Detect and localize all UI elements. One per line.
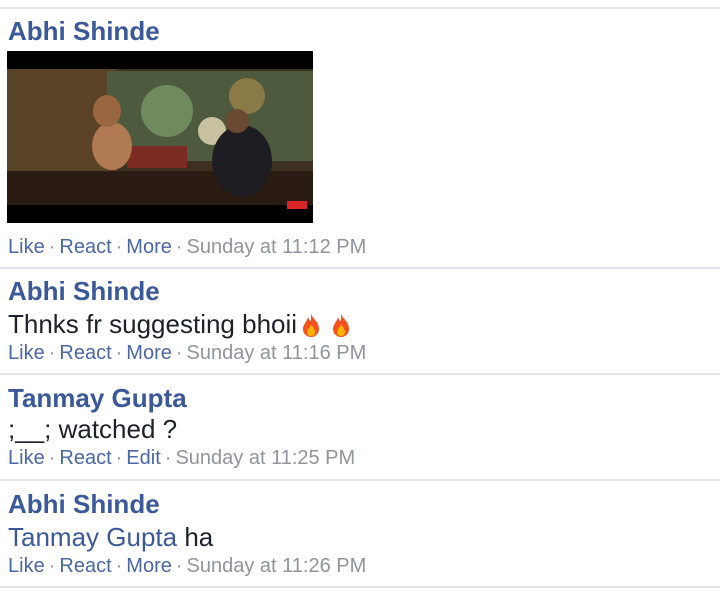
- fire-icon: [329, 312, 353, 338]
- separator-dot: ·: [115, 447, 123, 469]
- separator-dot: ·: [115, 342, 123, 364]
- comment-divider: [0, 586, 720, 588]
- comment-divider: [0, 373, 720, 375]
- more-link[interactable]: More: [126, 555, 172, 577]
- separator-dot: ·: [115, 236, 123, 258]
- comment-author[interactable]: Abhi Shinde: [8, 489, 712, 519]
- separator-dot: ·: [175, 236, 183, 258]
- comment-author[interactable]: Tanmay Gupta: [8, 383, 712, 413]
- comment-actions: Like · React · More · Sunday at 11:16 PM: [8, 341, 712, 365]
- like-link[interactable]: Like: [8, 555, 45, 577]
- separator-dot: ·: [115, 555, 123, 577]
- comment-text: Thnks fr suggesting bhoii: [8, 309, 298, 339]
- react-link[interactable]: React: [59, 236, 111, 258]
- top-divider: [0, 7, 720, 9]
- comment-actions: Like · React · More · Sunday at 11:12 PM: [8, 235, 712, 259]
- comment-actions: Like · React · Edit · Sunday at 11:25 PM: [8, 446, 712, 470]
- comment: Tanmay Gupta ;__; watched ? Like · React · E…: [8, 383, 712, 470]
- react-link[interactable]: React: [59, 555, 111, 577]
- video-thumbnail[interactable]: [7, 51, 313, 223]
- timestamp: Sunday at 11:16 PM: [186, 342, 367, 364]
- comment-divider: [0, 479, 720, 481]
- comment-actions: Like · React · More · Sunday at 11:26 PM: [8, 554, 712, 578]
- like-link[interactable]: Like: [8, 342, 45, 364]
- separator-dot: ·: [48, 236, 56, 258]
- separator-dot: ·: [175, 555, 183, 577]
- more-link[interactable]: More: [126, 236, 172, 258]
- comment-author[interactable]: Abhi Shinde: [8, 276, 712, 306]
- fire-icon: [299, 312, 323, 338]
- like-link[interactable]: Like: [8, 447, 45, 469]
- mention-link[interactable]: Tanmay Gupta: [8, 522, 177, 552]
- more-link[interactable]: More: [126, 342, 172, 364]
- comment-text: ha: [177, 522, 214, 552]
- separator-dot: ·: [48, 447, 56, 469]
- comment-divider: [0, 267, 720, 269]
- timestamp: Sunday at 11:12 PM: [186, 236, 367, 258]
- timestamp: Sunday at 11:25 PM: [175, 447, 356, 469]
- comment-text: ;__; watched ?: [8, 414, 178, 444]
- comment: Abhi Shinde Thnks fr suggesting bhoii Li…: [8, 276, 712, 365]
- separator-dot: ·: [164, 447, 172, 469]
- react-link[interactable]: React: [59, 447, 111, 469]
- comment-text-row: Thnks fr suggesting bhoii: [8, 309, 712, 339]
- separator-dot: ·: [48, 342, 56, 364]
- separator-dot: ·: [175, 342, 183, 364]
- separator-dot: ·: [48, 555, 56, 577]
- edit-link[interactable]: Edit: [126, 447, 160, 469]
- comment-text-row: Tanmay Gupta ha: [8, 522, 712, 552]
- comment: Abhi Shinde Tanmay Gupta ha Like · React · M…: [8, 489, 712, 578]
- react-link[interactable]: React: [59, 342, 111, 364]
- comment: Abhi Shinde: [8, 16, 712, 46]
- timestamp: Sunday at 11:26 PM: [186, 555, 367, 577]
- comment-author[interactable]: Abhi Shinde: [8, 16, 712, 46]
- like-link[interactable]: Like: [8, 236, 45, 258]
